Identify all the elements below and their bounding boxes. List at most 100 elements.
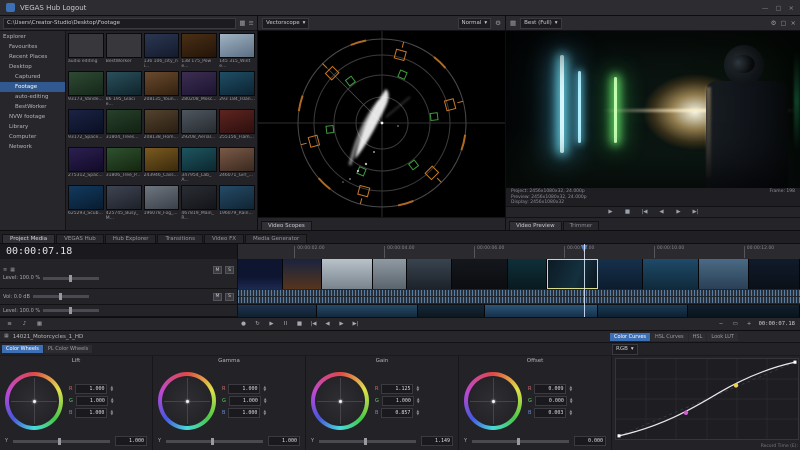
dock-tab[interactable]: VEGAS Hub <box>56 234 104 243</box>
preview-transport-button[interactable]: ◀ <box>657 209 666 215</box>
file-item[interactable]: 138 175_Powe... <box>181 33 218 69</box>
scope-mode-dropdown[interactable]: Normal ▾ <box>457 17 492 29</box>
transport-button[interactable]: ▶| <box>351 321 360 327</box>
transport-button[interactable]: ■ <box>295 321 304 327</box>
curve-tab[interactable]: HSL <box>688 332 707 341</box>
file-item[interactable]: 93173_Vande... <box>68 71 104 107</box>
current-timecode[interactable]: 00:00:07.18 <box>0 244 238 259</box>
green-value-field[interactable]: 1.000 <box>381 396 414 406</box>
wheel-center-dot[interactable] <box>338 399 342 403</box>
file-item[interactable]: 293 184_Islan... <box>219 71 255 107</box>
preview-quality-dropdown[interactable]: Best (Full) ▾ <box>520 17 562 29</box>
step-down-icon[interactable]: ▼ <box>111 400 114 404</box>
video-clip[interactable] <box>238 259 283 289</box>
tab-video-scopes[interactable]: Video Scopes <box>261 221 312 230</box>
step-down-icon[interactable]: ▼ <box>416 388 419 392</box>
luma-slider[interactable] <box>166 437 263 445</box>
timeline-ruler[interactable]: 00:00:02.00 00:00:04.00 00:00:06.00 00:0… <box>238 244 800 259</box>
video-clip[interactable] <box>417 305 486 317</box>
preview-transport-button[interactable]: ▶| <box>691 209 700 215</box>
audio-track[interactable] <box>238 289 800 305</box>
close-icon[interactable]: × <box>791 20 796 27</box>
file-item[interactable]: 425745_Busy_M... <box>105 185 142 221</box>
step-down-icon[interactable]: ▼ <box>264 400 267 404</box>
tree-item[interactable]: auto-editing <box>0 92 65 102</box>
video-clip[interactable] <box>238 305 317 317</box>
luma-value-field[interactable]: 1.149 <box>421 436 453 446</box>
preview-transport-button[interactable]: |◀ <box>640 209 649 215</box>
video-clip[interactable] <box>372 259 407 289</box>
mute-button[interactable]: M <box>213 292 222 301</box>
dock-tab[interactable]: Project Media <box>2 234 56 243</box>
step-down-icon[interactable]: ▼ <box>417 400 420 404</box>
file-item[interactable]: 136 106_city_ni... <box>143 33 180 69</box>
tree-item[interactable]: Desktop <box>0 62 65 72</box>
video-clip[interactable] <box>322 259 373 289</box>
video-clip[interactable] <box>485 305 598 317</box>
maximize-preview-icon[interactable]: ▢ <box>780 20 786 27</box>
track2-level-slider[interactable] <box>43 307 100 314</box>
color-wheel[interactable] <box>311 372 369 430</box>
zoom-out-icon[interactable]: − <box>717 321 726 327</box>
preview-grid-icon[interactable]: ▦ <box>510 20 516 27</box>
video-clip[interactable] <box>597 259 643 289</box>
step-down-icon[interactable]: ▼ <box>569 388 572 392</box>
file-item[interactable]: 29208_Aerial... <box>181 109 218 145</box>
file-item[interactable]: 246071_Girl_... <box>219 147 255 183</box>
curve-tab[interactable]: Look LUT <box>707 332 738 341</box>
step-down-icon[interactable]: ▼ <box>110 412 113 416</box>
transport-button[interactable]: ● <box>239 321 248 327</box>
solo-button[interactable]: S <box>225 266 234 274</box>
step-down-icon[interactable]: ▼ <box>110 388 113 392</box>
tree-item[interactable]: Favourites <box>0 42 65 52</box>
video-clip[interactable] <box>507 259 548 289</box>
file-item[interactable]: 255156_Flam... <box>219 109 255 145</box>
preview-transport-button[interactable]: ▶ <box>674 209 683 215</box>
video-clip[interactable] <box>687 305 800 317</box>
transport-button[interactable]: II <box>281 321 290 327</box>
luma-slider[interactable] <box>472 437 569 445</box>
transport-button[interactable]: ▶ <box>267 321 276 327</box>
green-value-field[interactable]: 1.000 <box>228 396 261 406</box>
color-wheel[interactable] <box>5 372 63 430</box>
preview-footer-tab[interactable]: Video Preview <box>509 221 562 230</box>
file-item[interactable]: 467819_Main_R... <box>181 185 218 221</box>
blue-value-field[interactable]: 1.000 <box>75 408 108 418</box>
file-item[interactable]: 275312_Spac... <box>68 147 104 183</box>
red-value-field[interactable]: 1.000 <box>228 384 261 394</box>
timeline-tool-icon[interactable]: ♪ <box>20 321 29 327</box>
red-value-field[interactable]: 1.000 <box>75 384 108 394</box>
file-item[interactable]: 196078_Fog_... <box>143 185 180 221</box>
file-item[interactable]: 347954_Lab_A... <box>181 147 218 183</box>
tree-item[interactable]: Captured <box>0 72 65 82</box>
tree-item[interactable]: Network <box>0 142 65 152</box>
gear-icon[interactable]: ⚙ <box>771 20 777 27</box>
list-view-icon[interactable]: ≡ <box>249 20 254 27</box>
red-value-field[interactable]: 1.125 <box>381 384 414 394</box>
file-item[interactable]: 196079_Rain... <box>219 185 255 221</box>
transport-button[interactable]: ◀ <box>323 321 332 327</box>
green-value-field[interactable]: 0.000 <box>534 396 567 406</box>
maximize-icon[interactable]: ▢ <box>775 4 781 12</box>
dock-tab[interactable]: Media Generator <box>245 234 308 243</box>
wheel-center-dot[interactable] <box>185 399 189 403</box>
file-item[interactable]: 280208_Mosc... <box>181 71 218 107</box>
curve-tab[interactable]: Color Curves <box>610 332 650 341</box>
video-clip[interactable] <box>749 259 800 289</box>
video-track2-header[interactable]: Level: 100.0 % <box>0 305 237 317</box>
zoom-fit-icon[interactable]: ▭ <box>731 321 740 327</box>
curve-editor[interactable] <box>615 358 799 440</box>
preview-footer-tab[interactable]: Trimmer <box>562 221 600 230</box>
blue-value-field[interactable]: 0.857 <box>381 408 414 418</box>
step-down-icon[interactable]: ▼ <box>416 412 419 416</box>
video-clip[interactable] <box>406 259 452 289</box>
tree-item[interactable]: Computer <box>0 132 65 142</box>
video-clip[interactable] <box>698 259 750 289</box>
transport-button[interactable]: |◀ <box>309 321 318 327</box>
luma-slider[interactable] <box>13 437 110 445</box>
dock-tab[interactable]: Hub Explorer <box>104 234 157 243</box>
path-input[interactable]: C:\Users\Creator-Studio\Desktop\Footage <box>3 17 237 29</box>
video-clip[interactable] <box>451 259 508 289</box>
red-value-field[interactable]: 0.009 <box>534 384 567 394</box>
file-item[interactable]: 86 195_Glacie... <box>105 71 142 107</box>
